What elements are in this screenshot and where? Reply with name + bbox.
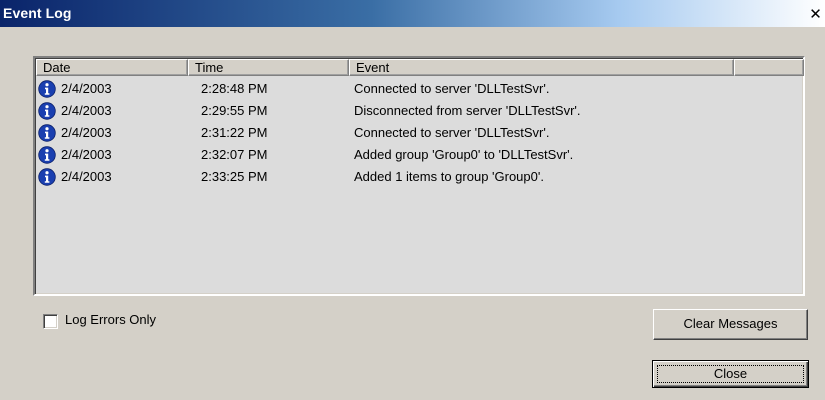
checkbox-label: Log Errors Only: [65, 312, 157, 327]
table-row[interactable]: 2/4/2003 2:28:48 PM Connected to server 'D…: [36, 79, 806, 101]
time-cell: 2:28:48 PM: [201, 81, 268, 96]
column-header-time[interactable]: Time: [188, 59, 349, 76]
time-cell: 2:32:07 PM: [201, 147, 268, 162]
clear-messages-button[interactable]: Clear Messages: [653, 309, 808, 340]
event-list[interactable]: Date Time Event 2/4/2003 2:28:48 PM Connec…: [33, 56, 805, 296]
date-cell: 2/4/2003: [61, 169, 112, 184]
time-cell: 2:31:22 PM: [201, 125, 268, 140]
event-cell: Disconnected from server 'DLLTestSvr'.: [354, 103, 581, 118]
info-icon: [38, 102, 56, 120]
date-cell: 2/4/2003: [61, 81, 112, 96]
table-row[interactable]: 2/4/2003 2:31:22 PM Connected to server 'D…: [36, 123, 806, 145]
event-cell: Added 1 items to group 'Group0'.: [354, 169, 544, 184]
checkbox-box[interactable]: [43, 314, 58, 329]
time-cell: 2:33:25 PM: [201, 169, 268, 184]
table-row[interactable]: 2/4/2003 2:29:55 PM Disconnected from serv…: [36, 101, 806, 123]
event-cell: Connected to server 'DLLTestSvr'.: [354, 81, 550, 96]
window-title: Event Log: [3, 5, 72, 21]
list-rows: 2/4/2003 2:28:48 PM Connected to server 'D…: [36, 79, 806, 189]
info-icon: [38, 146, 56, 164]
event-cell: Added group 'Group0' to 'DLLTestSvr'.: [354, 147, 574, 162]
date-cell: 2/4/2003: [61, 147, 112, 162]
event-cell: Connected to server 'DLLTestSvr'.: [354, 125, 550, 140]
table-row[interactable]: 2/4/2003 2:32:07 PM Added group 'Group0' t…: [36, 145, 806, 167]
list-header: Date Time Event: [36, 59, 806, 76]
title-bar[interactable]: Event Log ✕: [0, 0, 825, 27]
info-icon: [38, 124, 56, 142]
info-icon: [38, 168, 56, 186]
date-cell: 2/4/2003: [61, 103, 112, 118]
close-button-label: Close: [713, 366, 748, 381]
column-header-extra[interactable]: [734, 59, 804, 76]
table-row[interactable]: 2/4/2003 2:33:25 PM Added 1 items to group…: [36, 167, 806, 189]
column-header-date[interactable]: Date: [36, 59, 188, 76]
date-cell: 2/4/2003: [61, 125, 112, 140]
event-log-window: Event Log ✕ Date Time Event 2/4/2003 2:28…: [0, 0, 825, 400]
info-icon: [38, 80, 56, 98]
close-icon[interactable]: ✕: [808, 7, 823, 23]
close-button[interactable]: Close: [652, 360, 809, 388]
time-cell: 2:29:55 PM: [201, 103, 268, 118]
column-header-event[interactable]: Event: [349, 59, 734, 76]
